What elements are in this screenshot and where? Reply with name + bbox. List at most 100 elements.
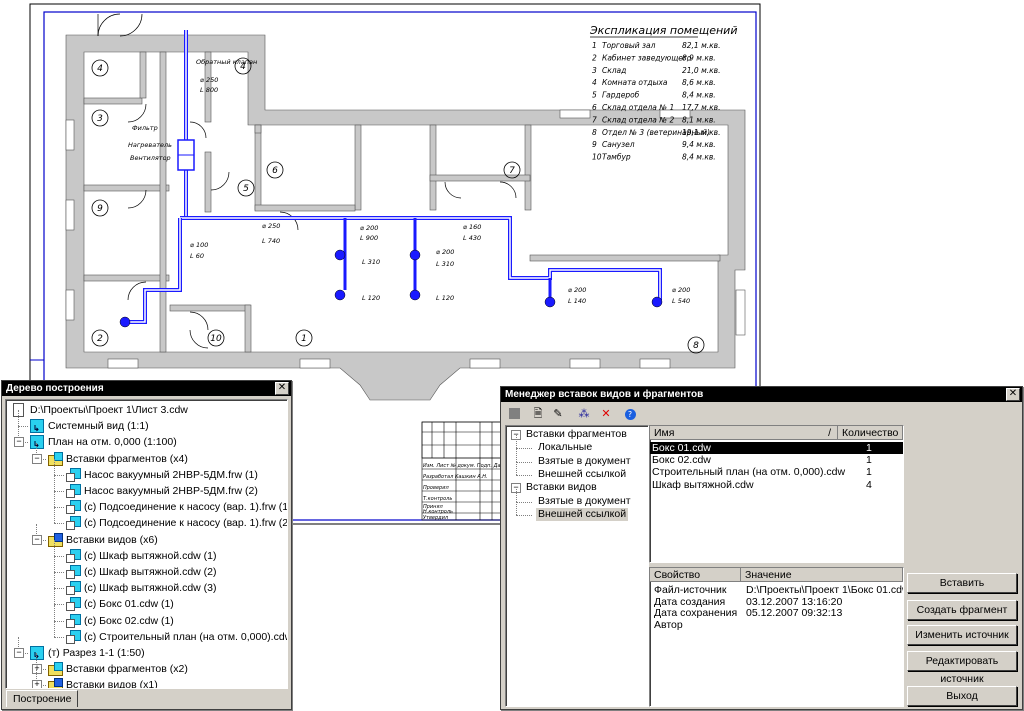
tree-item[interactable]: (с) Подсоединение к насосу (вар. 1).frw …: [6, 491, 287, 515]
view-icon: ↳: [30, 419, 44, 434]
explication-name: Санузел: [602, 140, 635, 149]
expand-icon[interactable]: +: [32, 680, 42, 688]
refresh-icon[interactable]: 🗎: [529, 406, 547, 422]
change-source-button[interactable]: Изменить источник: [907, 625, 1017, 645]
insert-type-label: Взятые в документ: [538, 454, 631, 467]
tree-item[interactable]: − ↳ (т) Разрез 1-1 (1:50): [6, 637, 285, 661]
insert-type-item[interactable]: Взятые в документ: [506, 448, 646, 468]
tree-item-label: (т) Разрез 1-1 (1:50): [48, 647, 145, 659]
tree-connector: [18, 410, 19, 427]
tree-window: Дерево построения ✕ D:\Проекты\Проект 1\…: [1, 380, 292, 710]
collapse-icon[interactable]: −: [32, 453, 42, 464]
close-icon[interactable]: ✕: [275, 382, 289, 395]
svg-text:L 800: L 800: [200, 86, 218, 94]
tree-item[interactable]: (с) Бокс 01.cdw (1): [6, 588, 285, 612]
svg-text:L 740: L 740: [262, 237, 280, 245]
list-item[interactable]: Строительный план (на отм. 0,000).cdw 1: [650, 466, 903, 478]
insert-type-label: Взятые в документ: [538, 494, 631, 507]
view-insert-icon: [66, 581, 81, 596]
create-fragment-button[interactable]: Создать фрагмент: [907, 600, 1017, 620]
insert-type-item[interactable]: Внешней ссылкой: [506, 501, 646, 521]
view-icon: ↳: [30, 435, 44, 450]
explication-name: Гардероб: [602, 91, 640, 100]
tree-connector: [516, 488, 517, 502]
svg-text:⌀ 100: ⌀ 100: [190, 241, 208, 249]
tree-item[interactable]: − Вставки видов (x6): [6, 523, 285, 548]
explication-area: 8,1 м.кв.: [682, 115, 716, 124]
view-insert-icon: [66, 548, 81, 563]
insert-type-item[interactable]: Взятые в документ: [506, 488, 646, 508]
expand-icon[interactable]: +: [32, 664, 42, 675]
tree-item[interactable]: Насос вакуумный 2НВР-5ДМ.frw (2): [6, 475, 285, 499]
tree-connector: [54, 491, 55, 508]
tree-item[interactable]: − Вставки фрагментов (x4): [6, 442, 285, 467]
insert-type-tree[interactable]: − Вставки фрагментов Локальные Взятые в док…: [505, 425, 649, 707]
hierarchy-icon[interactable]: ⁂: [575, 406, 593, 422]
tree-item[interactable]: (с) Бокс 02.cdw (1): [6, 604, 285, 629]
property-name: Дата сохранения: [654, 607, 738, 619]
insert-type-item[interactable]: − Вставки видов: [506, 481, 646, 494]
explication-area: 9,4 м.кв.: [682, 140, 716, 149]
svg-text:⌀ 200: ⌀ 200: [672, 286, 690, 294]
tree-item[interactable]: (с) Шкаф вытяжной.cdw (1): [6, 539, 285, 564]
room-number: 6: [272, 166, 278, 176]
tree-item[interactable]: (с) Шкаф вытяжной.cdw (2): [6, 556, 285, 580]
close-icon[interactable]: ✕: [1006, 388, 1020, 401]
collapse-icon[interactable]: −: [14, 437, 24, 448]
tree-connector: [54, 604, 55, 621]
insert-type-item[interactable]: Локальные: [506, 435, 646, 454]
insert-button[interactable]: Вставить: [907, 573, 1017, 593]
tree-connector: [516, 501, 517, 515]
tree-item[interactable]: + Вставки видов (x1): [6, 669, 285, 688]
delete-icon[interactable]: ✕: [597, 406, 615, 422]
fragment-folder-icon: [48, 662, 63, 677]
tab-construction[interactable]: Построение: [6, 690, 79, 707]
column-header-count[interactable]: Количество: [838, 426, 903, 440]
tree-panel[interactable]: D:\Проекты\Проект 1\Лист 3.cdw ↳ Системный…: [5, 399, 288, 689]
explication-num: 9: [592, 140, 597, 149]
help-icon[interactable]: ?: [621, 406, 639, 422]
tree-connector: [54, 507, 55, 524]
list-item[interactable]: Шкаф вытяжной.cdw 4: [650, 479, 903, 491]
edit-source-button[interactable]: Редактировать источник: [907, 651, 1017, 685]
insert-type-label: Вставки видов: [526, 481, 597, 494]
explication-name: Склад: [602, 66, 626, 75]
tree-item[interactable]: D:\Проекты\Проект 1\Лист 3.cdw: [6, 402, 285, 418]
tree-item[interactable]: ↳ Системный вид (1:1): [6, 410, 285, 434]
tree-item-label: D:\Проекты\Проект 1\Лист 3.cdw: [30, 404, 188, 416]
tree-item[interactable]: (с) Подсоединение к насосу (вар. 1).frw …: [6, 507, 287, 531]
property-value: 03.12.2007 13:16:20: [746, 595, 843, 608]
edit-link-icon[interactable]: ✎: [549, 406, 567, 422]
explication-num: 4: [592, 78, 597, 87]
explication-area: 82,1 м.кв.: [682, 41, 720, 50]
tree-item[interactable]: − ↳ План на отм. 0,000 (1:100): [6, 426, 285, 450]
list-item[interactable]: Бокс 01.cdw 1: [650, 442, 903, 454]
insert-list[interactable]: Имя / Количество Бокс 01.cdw 1 Бокс 02.cdw…: [649, 425, 904, 563]
svg-text:L 540: L 540: [672, 297, 690, 305]
collapse-icon[interactable]: −: [14, 648, 24, 658]
insert-type-item[interactable]: − Вставки фрагментов: [506, 428, 646, 441]
column-header-property: Свойство: [650, 568, 741, 582]
stop-icon[interactable]: [505, 406, 523, 422]
tree-item[interactable]: (с) Шкаф вытяжной.cdw (3): [6, 572, 285, 596]
insert-type-item[interactable]: Внешней ссылкой: [506, 461, 646, 481]
tree-item[interactable]: + Вставки фрагментов (x2): [6, 653, 285, 677]
list-item-name: Шкаф вытяжной.cdw: [652, 478, 754, 491]
tree-connector: [516, 435, 517, 449]
svg-text:Вентилятор: Вентилятор: [130, 154, 171, 162]
tree-item[interactable]: Насос вакуумный 2НВР-5ДМ.frw (1): [6, 458, 285, 483]
tree-item[interactable]: (с) Строительный план (на отм. 0,000).cd…: [6, 620, 287, 645]
tree-item-label: Вставки фрагментов (x4): [66, 452, 188, 465]
view-folder-icon: [48, 678, 63, 688]
tree-item-label: Насос вакуумный 2НВР-5ДМ.frw (2): [84, 485, 258, 497]
tree-item-label: (с) Шкаф вытяжной.cdw (3): [84, 582, 217, 595]
list-item[interactable]: Бокс 02.cdw 1: [650, 454, 903, 466]
sort-indicator: /: [828, 427, 831, 439]
room-number: 3: [97, 114, 103, 124]
exit-button[interactable]: Выход: [907, 686, 1017, 706]
tree-connector: [516, 461, 532, 463]
explication-title: Экспликация помещений: [589, 24, 738, 37]
explication-num: 1: [592, 41, 597, 50]
column-header-name[interactable]: Имя /: [650, 426, 838, 440]
collapse-icon[interactable]: −: [32, 534, 42, 545]
